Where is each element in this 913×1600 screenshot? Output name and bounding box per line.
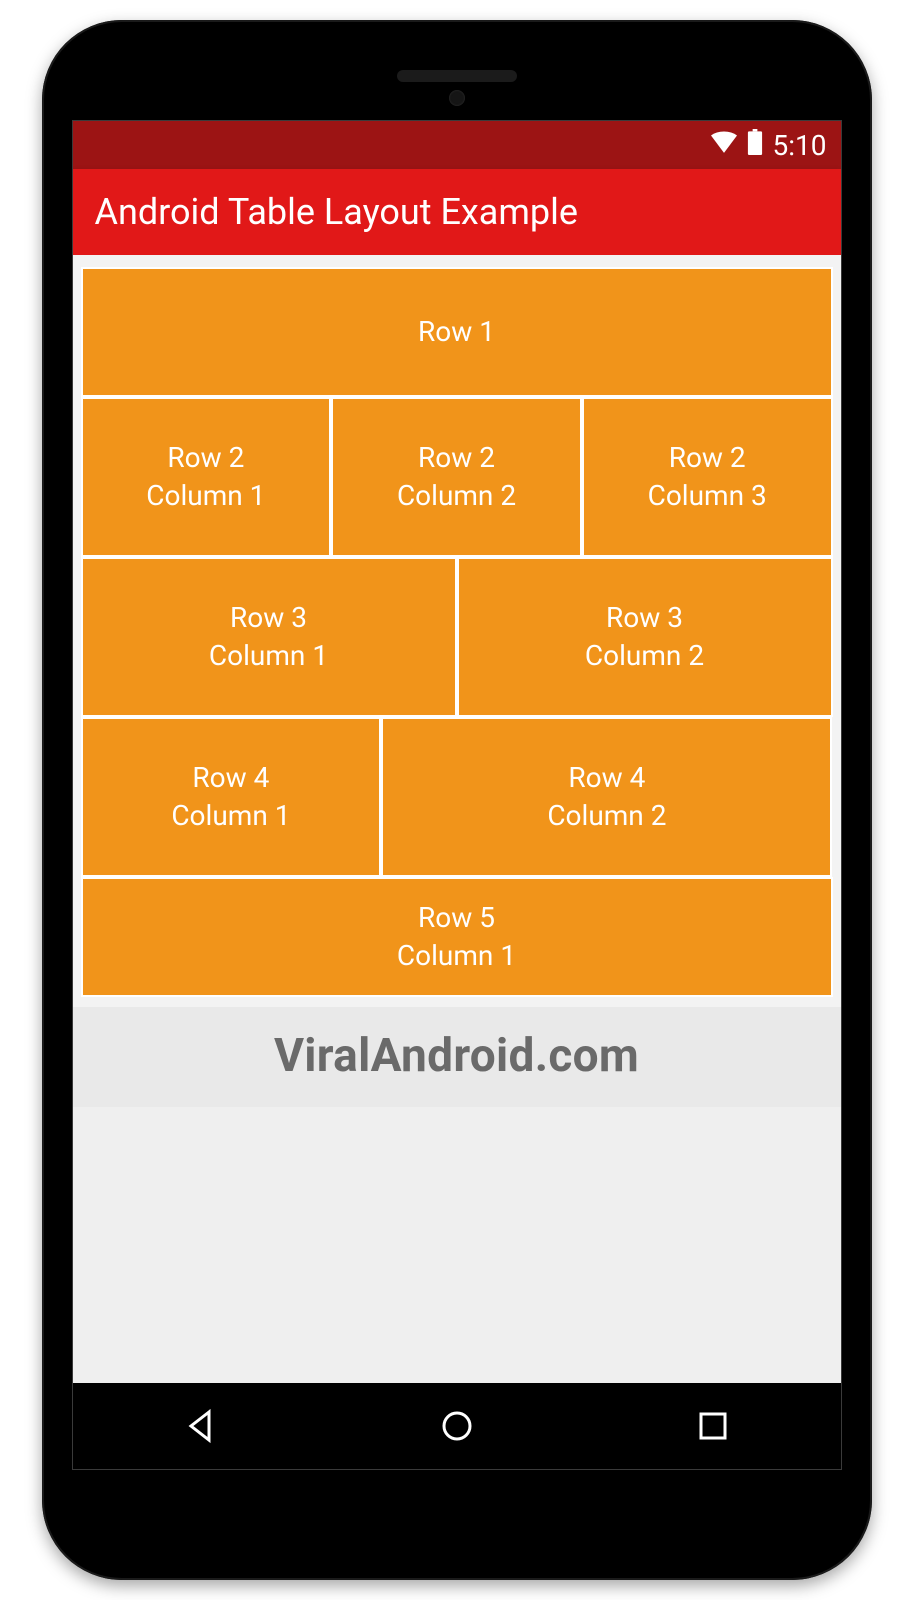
- cell-r3c1: Row 3 Column 1: [81, 557, 457, 717]
- home-icon[interactable]: [435, 1404, 479, 1448]
- cell-r5c1: Row 5 Column 1: [81, 877, 833, 997]
- cell-r3c2: Row 3 Column 2: [457, 557, 833, 717]
- table-row: Row 3 Column 1 Row 3 Column 2: [81, 557, 833, 717]
- battery-icon: [747, 129, 763, 162]
- cell-r2c3: Row 2 Column 3: [582, 397, 833, 557]
- table-row: Row 4 Column 1 Row 4 Column 2: [81, 717, 833, 877]
- cell-r2c2: Row 2 Column 2: [331, 397, 582, 557]
- cell-r2c1: Row 2 Column 1: [81, 397, 332, 557]
- app-title: Android Table Layout Example: [95, 191, 579, 233]
- phone-frame: 5:10 Android Table Layout Example Row 1 …: [42, 20, 872, 1580]
- cell-r4c1: Row 4 Column 1: [81, 717, 382, 877]
- app-bar: Android Table Layout Example: [73, 169, 841, 255]
- table-layout: Row 1 Row 2 Column 1 Row 2 Column 2 Row …: [73, 255, 841, 1007]
- cell-r4c2: Row 4 Column 2: [381, 717, 832, 877]
- brand-footer: ViralAndroid.com: [73, 1007, 841, 1107]
- content-area: Row 1 Row 2 Column 1 Row 2 Column 2 Row …: [73, 255, 841, 1383]
- table-row: Row 2 Column 1 Row 2 Column 2 Row 2 Colu…: [81, 397, 833, 557]
- android-nav-bar: [73, 1383, 841, 1469]
- brand-text: ViralAndroid.com: [274, 1029, 639, 1083]
- screen: 5:10 Android Table Layout Example Row 1 …: [72, 120, 842, 1470]
- clock-text: 5:10: [773, 129, 827, 162]
- cell-r1c1: Row 1: [81, 267, 833, 397]
- status-bar: 5:10: [73, 121, 841, 169]
- table-row: Row 1: [81, 267, 833, 397]
- table-row: Row 5 Column 1: [81, 877, 833, 997]
- back-icon[interactable]: [179, 1404, 223, 1448]
- canvas: 5:10 Android Table Layout Example Row 1 …: [0, 0, 913, 1600]
- wifi-icon: [711, 130, 737, 160]
- recent-apps-icon[interactable]: [691, 1404, 735, 1448]
